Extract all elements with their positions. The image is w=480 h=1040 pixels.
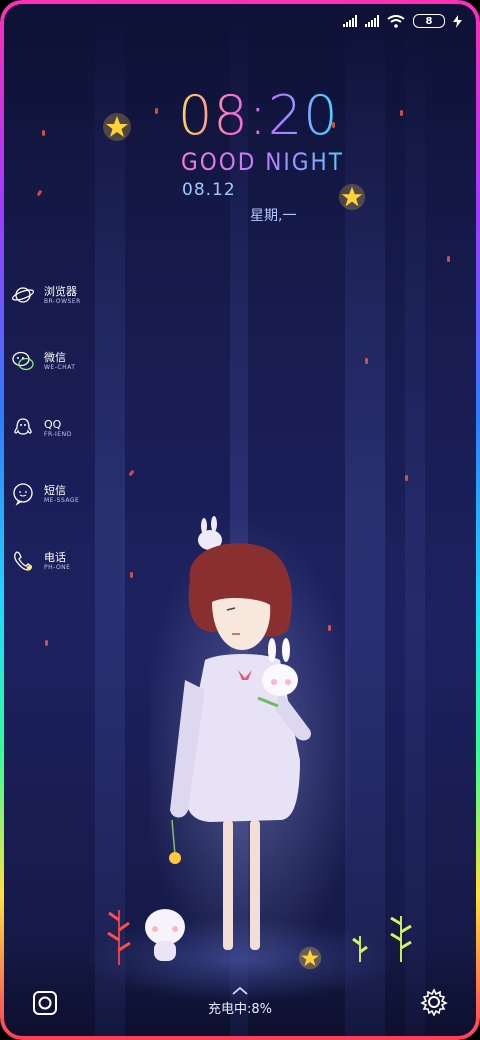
browser-planet-icon bbox=[10, 282, 36, 308]
lock-weekday: 星期,一 bbox=[250, 208, 297, 224]
lock-screen: 8 08:20 GOOD NIGHT 08.12 星期,一 浏览器 BR-OWS… bbox=[0, 0, 480, 1040]
charging-status: 充电中:8% bbox=[207, 1002, 272, 1017]
spark bbox=[447, 256, 450, 262]
spark bbox=[128, 469, 135, 477]
chevron-up-icon[interactable] bbox=[230, 986, 250, 996]
spark bbox=[400, 110, 403, 116]
star-icon bbox=[338, 183, 366, 211]
app-shortcut-phone[interactable]: 电话 PH-ONE bbox=[10, 548, 70, 574]
spark bbox=[130, 572, 133, 578]
greeting-text: GOOD NIGHT bbox=[181, 148, 344, 176]
app-title: QQ bbox=[44, 417, 62, 431]
app-title: 微信 bbox=[44, 350, 66, 364]
signal-icon bbox=[365, 15, 379, 27]
spark bbox=[155, 108, 158, 114]
app-title: 浏览器 bbox=[44, 284, 77, 298]
app-shortcut-browser[interactable]: 浏览器 BR-OWSER bbox=[10, 282, 81, 308]
signal-icon bbox=[343, 15, 357, 27]
settings-gear-icon[interactable] bbox=[420, 988, 448, 1016]
battery-icon: 8 bbox=[413, 14, 445, 28]
lock-date: 08.12 bbox=[182, 180, 236, 200]
spark bbox=[36, 189, 43, 197]
charging-icon bbox=[453, 14, 462, 28]
spark bbox=[405, 475, 408, 481]
phone-icon bbox=[10, 548, 36, 574]
light-beam bbox=[345, 0, 385, 1040]
app-subtitle: BR-OWSER bbox=[44, 297, 81, 305]
app-title: 短信 bbox=[44, 483, 66, 497]
message-icon bbox=[10, 481, 36, 507]
green-plant bbox=[390, 916, 412, 962]
spark bbox=[365, 358, 368, 364]
spark bbox=[45, 640, 48, 646]
wechat-icon bbox=[10, 348, 36, 374]
app-subtitle: PH-ONE bbox=[44, 563, 71, 571]
app-shortcut-qq[interactable]: QQ FR-IEND bbox=[10, 415, 72, 441]
app-shortcut-message[interactable]: 短信 ME-SSAGE bbox=[10, 481, 79, 507]
light-beam bbox=[95, 0, 125, 1040]
app-shortcut-wechat[interactable]: 微信 WE-CHAT bbox=[10, 348, 75, 374]
lock-clock-time: 08:20 bbox=[178, 84, 339, 147]
light-beam bbox=[405, 0, 425, 1040]
red-plant bbox=[107, 910, 131, 965]
app-title: 电话 bbox=[44, 550, 66, 564]
qq-penguin-icon bbox=[10, 415, 36, 441]
app-subtitle: FR-IEND bbox=[44, 430, 72, 438]
status-bar: 8 bbox=[343, 10, 462, 32]
app-subtitle: ME-SSAGE bbox=[44, 496, 80, 504]
app-subtitle: WE-CHAT bbox=[44, 363, 76, 371]
mushroom-critter bbox=[145, 909, 185, 961]
green-plant bbox=[352, 936, 368, 962]
star-icon bbox=[103, 113, 131, 141]
battery-level: 8 bbox=[425, 15, 433, 27]
wifi-icon bbox=[387, 14, 405, 28]
spark bbox=[42, 130, 45, 136]
